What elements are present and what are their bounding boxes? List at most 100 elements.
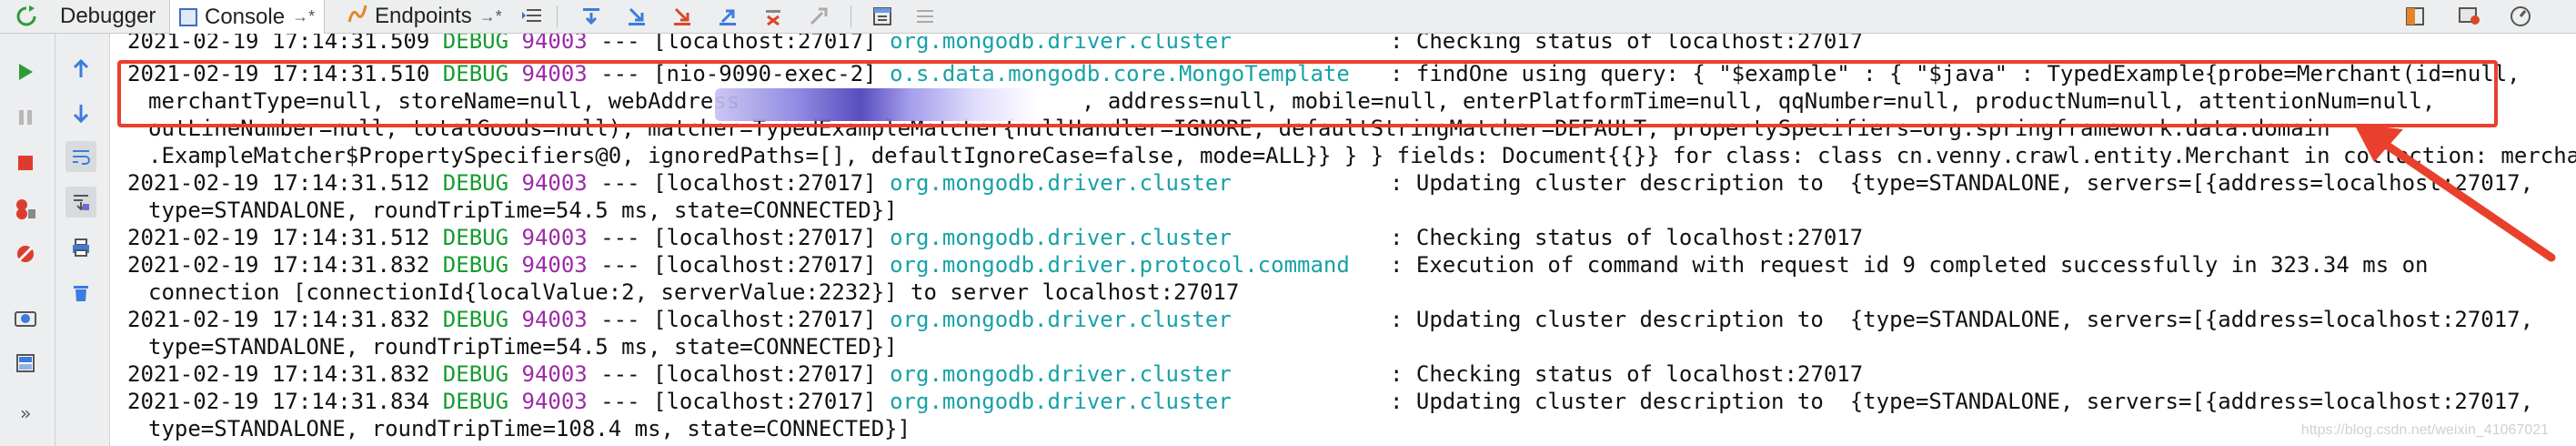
log-line: 2021-02-19 17:14:31.832 DEBUG 94003 --- …	[127, 251, 2429, 279]
log-pid: 94003	[521, 389, 588, 414]
log-level: DEBUG	[442, 252, 509, 278]
log-level: DEBUG	[442, 34, 509, 54]
run-to-cursor-icon	[805, 4, 832, 29]
log-line: 2021-02-19 17:14:31.509 DEBUG 94003 --- …	[127, 34, 1863, 55]
log-pid: 94003	[521, 225, 588, 250]
log-timestamp: 2021-02-19 17:14:31.832	[127, 307, 430, 332]
toolbar-divider	[557, 5, 558, 27]
log-logger: org.mongodb.driver.cluster	[890, 389, 1232, 414]
scroll-to-end-icon[interactable]	[65, 187, 96, 218]
tab-endpoints[interactable]: Endpoints →*	[338, 0, 511, 33]
log-level: DEBUG	[442, 389, 509, 414]
log-thread: --- [localhost:27017]	[587, 225, 891, 250]
show-execution-point-icon[interactable]	[518, 4, 546, 29]
log-thread: --- [localhost:27017]	[587, 389, 891, 414]
log-level: DEBUG	[442, 225, 509, 250]
camera-icon[interactable]	[10, 302, 41, 333]
evaluate-expression-icon[interactable]	[869, 4, 896, 29]
log-logger: org.mongodb.driver.cluster	[890, 225, 1232, 250]
gauge-icon[interactable]	[2507, 4, 2534, 29]
log-pid: 94003	[521, 252, 588, 278]
log-continuation: connection [connectionId{localValue:2, s…	[148, 279, 1239, 306]
toolbar-divider	[850, 5, 851, 27]
log-line: 2021-02-19 17:14:31.834 DEBUG 94003 --- …	[127, 388, 2533, 415]
debugger-tab-label: Debugger	[60, 4, 156, 28]
log-logger: org.mongodb.driver.cluster	[890, 307, 1232, 332]
log-timestamp: 2021-02-19 17:14:31.512	[127, 170, 430, 196]
stop-icon[interactable]	[10, 147, 41, 178]
watermark: https://blog.csdn.net/weixin_41067021	[2300, 422, 2549, 438]
scroll-up-icon[interactable]	[65, 54, 96, 85]
log-message: : Checking status of localhost:27017	[1390, 225, 1864, 250]
log-timestamp: 2021-02-19 17:14:31.834	[127, 389, 430, 414]
log-message: : Updating cluster description to {type=…	[1390, 307, 2534, 332]
console-toolbar: Debugger Console →* Endpoints →*	[0, 0, 2576, 34]
console-icon	[179, 7, 197, 26]
log-thread: --- [localhost:27017]	[587, 361, 891, 387]
log-line: 2021-02-19 17:14:31.832 DEBUG 94003 --- …	[127, 306, 2533, 333]
more-icon[interactable]: »	[10, 398, 41, 429]
annotation-arrow-icon	[2354, 124, 2556, 262]
log-continuation: type=STANDALONE, roundTripTime=108.4 ms,…	[148, 415, 911, 442]
endpoints-icon	[347, 4, 367, 30]
endpoints-tab-label: Endpoints	[375, 4, 472, 28]
log-timestamp: 2021-02-19 17:14:31.509	[127, 34, 430, 54]
tab-debugger[interactable]: Debugger	[51, 0, 165, 33]
mute-breakpoints-icon[interactable]	[10, 238, 41, 269]
log-continuation: type=STANDALONE, roundTripTime=54.5 ms, …	[148, 333, 898, 360]
log-logger: org.mongodb.driver.cluster	[890, 361, 1232, 387]
clear-all-icon[interactable]	[65, 278, 96, 309]
log-pid: 94003	[521, 307, 588, 332]
log-continuation: .ExampleMatcher$PropertySpecifiers@0, ig…	[148, 142, 2576, 169]
debug-sidebar: »	[0, 34, 55, 446]
log-message: : Execution of command with request id 9…	[1390, 252, 2429, 278]
resume-icon[interactable]	[10, 56, 41, 87]
log-level: DEBUG	[442, 170, 509, 196]
endpoints-pin-icon[interactable]: →*	[479, 7, 502, 26]
step-over-icon[interactable]	[578, 4, 605, 29]
log-pid: 94003	[521, 361, 588, 387]
print-icon[interactable]	[65, 232, 96, 263]
force-step-into-icon[interactable]	[669, 4, 696, 29]
pause-icon	[10, 102, 41, 133]
log-logger: org.mongodb.driver.cluster	[890, 170, 1232, 196]
restore-layout-icon[interactable]	[10, 348, 41, 379]
step-into-icon[interactable]	[623, 4, 650, 29]
log-message: : Checking status of localhost:27017	[1390, 34, 1864, 54]
settings-window-icon[interactable]	[2456, 4, 2483, 29]
log-thread: --- [localhost:27017]	[587, 252, 891, 278]
log-text: connection [connectionId{localValue:2, s…	[148, 279, 1240, 305]
log-continuation: type=STANDALONE, roundTripTime=54.5 ms, …	[148, 197, 898, 224]
soft-wrap-icon[interactable]	[65, 141, 96, 172]
log-timestamp: 2021-02-19 17:14:31.512	[127, 225, 430, 250]
log-text: .ExampleMatcher$PropertySpecifiers@0, ig…	[148, 143, 2576, 168]
log-text: type=STANDALONE, roundTripTime=108.4 ms,…	[148, 416, 911, 441]
trace-current-stream-icon	[911, 4, 939, 29]
log-logger: org.mongodb.driver.cluster	[890, 34, 1232, 54]
step-out-icon[interactable]	[714, 4, 741, 29]
log-logger: org.mongodb.driver.protocol.command	[890, 252, 1350, 278]
log-text: type=STANDALONE, roundTripTime=54.5 ms, …	[148, 334, 898, 360]
log-line: 2021-02-19 17:14:31.832 DEBUG 94003 --- …	[127, 360, 1863, 388]
log-line: 2021-02-19 17:14:31.512 DEBUG 94003 --- …	[127, 224, 1863, 251]
log-message: : Checking status of localhost:27017	[1390, 361, 1864, 387]
console-pin-icon[interactable]: →*	[292, 7, 315, 26]
log-pid: 94003	[521, 170, 588, 196]
log-level: DEBUG	[442, 307, 509, 332]
tab-console[interactable]: Console →*	[169, 0, 326, 34]
log-timestamp: 2021-02-19 17:14:31.832	[127, 252, 430, 278]
log-thread: --- [localhost:27017]	[587, 170, 891, 196]
console-tab-label: Console	[205, 4, 286, 29]
log-message: : Updating cluster description to {type=…	[1390, 389, 2534, 414]
drop-frame-icon[interactable]	[760, 4, 787, 29]
log-level: DEBUG	[442, 361, 509, 387]
highlight-annotation-box	[117, 60, 2498, 127]
rerun-icon[interactable]	[13, 3, 40, 30]
scroll-down-icon[interactable]	[65, 97, 96, 128]
view-breakpoints-icon[interactable]	[10, 193, 41, 224]
log-pid: 94003	[521, 34, 588, 54]
layout-icon[interactable]	[2401, 4, 2429, 29]
log-line: 2021-02-19 17:14:31.512 DEBUG 94003 --- …	[127, 169, 2533, 197]
console-sidebar	[55, 34, 110, 446]
log-thread: --- [localhost:27017]	[587, 307, 891, 332]
